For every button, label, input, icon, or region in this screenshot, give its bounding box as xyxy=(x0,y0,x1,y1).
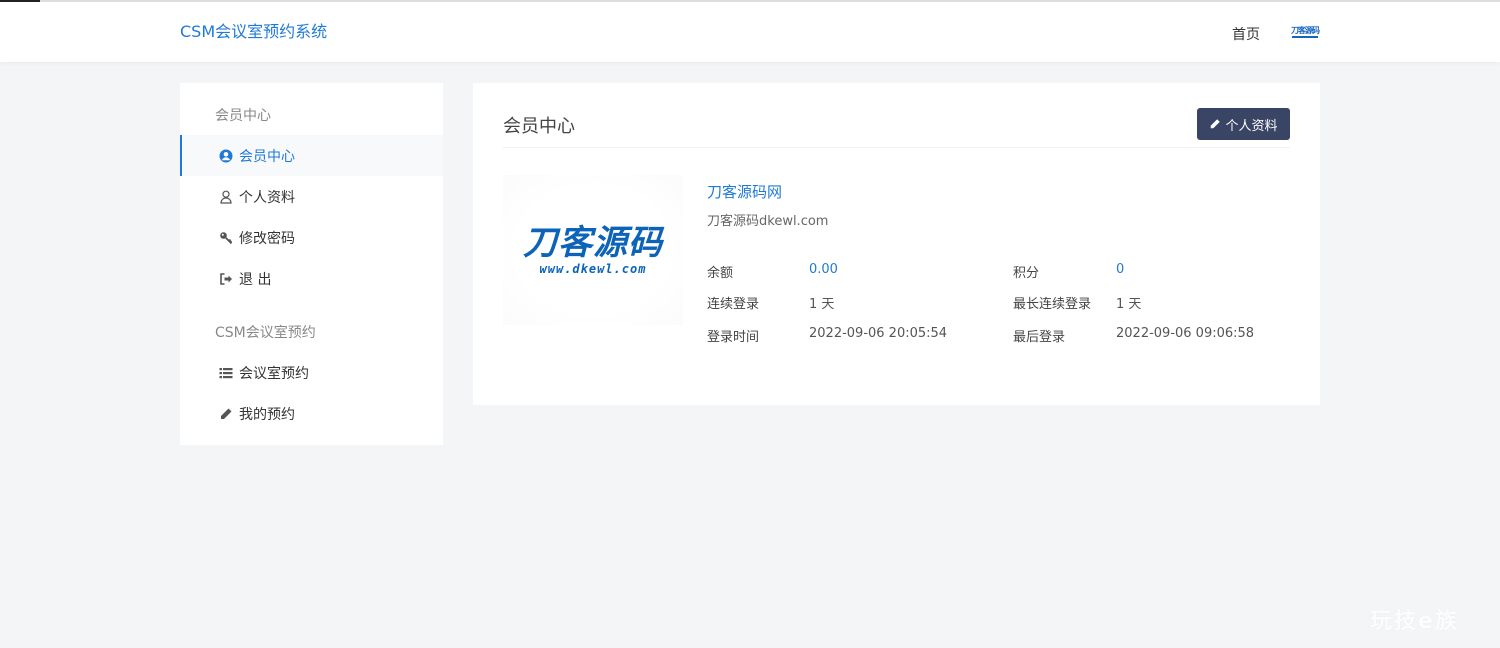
username-link[interactable]: 刀客源码网 xyxy=(707,181,782,202)
stat-label-consecutive-login: 连续登录 xyxy=(707,297,760,312)
sidebar-item-logout[interactable]: 退 出 xyxy=(180,258,443,299)
user-circle-icon xyxy=(219,149,233,163)
sidebar-item-member-center[interactable]: 会员中心 xyxy=(180,135,443,176)
member-center-panel: 会员中心 个人资料 刀客源码 www.dkewl.com 刀客源码网 刀客源码d… xyxy=(473,83,1320,405)
page-title: 会员中心 xyxy=(503,116,575,137)
stat-value-balance[interactable]: 0.00 xyxy=(809,262,838,277)
pencil-icon xyxy=(219,407,233,421)
avatar: 刀客源码 www.dkewl.com xyxy=(503,175,683,325)
profile-button[interactable]: 个人资料 xyxy=(1197,108,1290,140)
watermark: 玩技e族 xyxy=(1370,609,1459,634)
sidebar: 会员中心 会员中心 个人资料 修改密码 退 出 CSM会议室预约 会议室预约 我… xyxy=(180,83,443,445)
stat-value-consecutive-login: 1 天 xyxy=(809,297,835,312)
top-navbar: CSM会议室预约系统 首页 刀客源码 xyxy=(0,0,1500,62)
title-divider xyxy=(503,147,1290,148)
top-strip xyxy=(0,0,1500,2)
sidebar-item-label: 会员中心 xyxy=(239,148,295,165)
stat-label-login-time: 登录时间 xyxy=(707,330,760,345)
sidebar-group-member: 会员中心 xyxy=(215,108,271,124)
nav-logo-underline xyxy=(1292,36,1318,38)
sidebar-item-profile[interactable]: 个人资料 xyxy=(180,176,443,217)
nav-home-link[interactable]: 首页 xyxy=(1232,24,1260,44)
nav-logo[interactable]: 刀客源码 xyxy=(1291,26,1320,39)
sidebar-item-label: 退 出 xyxy=(239,271,272,288)
stat-label-max-consecutive-login: 最长连续登录 xyxy=(1013,297,1092,312)
sidebar-item-change-password[interactable]: 修改密码 xyxy=(180,217,443,258)
profile-button-label: 个人资料 xyxy=(1225,118,1278,134)
sidebar-item-label: 个人资料 xyxy=(239,189,295,206)
stat-label-points: 积分 xyxy=(1013,266,1040,281)
sign-out-icon xyxy=(219,272,233,286)
sidebar-item-label: 我的预约 xyxy=(239,406,295,423)
avatar-logo-url: www.dkewl.com xyxy=(539,262,647,276)
brand-link[interactable]: CSM会议室预约系统 xyxy=(180,18,327,42)
stat-label-last-login: 最后登录 xyxy=(1013,330,1066,345)
stat-value-last-login: 2022-09-06 09:06:58 xyxy=(1116,326,1255,341)
sidebar-item-label: 会议室预约 xyxy=(239,365,309,382)
nav-logo-text: 刀客源码 xyxy=(1291,26,1320,35)
user-subtitle: 刀客源码dkewl.com xyxy=(707,214,829,229)
stat-value-points[interactable]: 0 xyxy=(1116,262,1124,277)
stat-value-login-time: 2022-09-06 20:05:54 xyxy=(809,326,948,341)
sidebar-item-my-bookings[interactable]: 我的预约 xyxy=(180,393,443,434)
stat-label-balance: 余额 xyxy=(707,266,734,281)
pencil-icon xyxy=(1211,119,1221,129)
key-icon xyxy=(219,231,233,245)
avatar-logo-text: 刀客源码 xyxy=(523,223,663,263)
stat-value-max-consecutive-login: 1 天 xyxy=(1116,297,1142,312)
sidebar-item-room-booking[interactable]: 会议室预约 xyxy=(180,352,443,393)
sidebar-item-label: 修改密码 xyxy=(239,230,295,247)
sidebar-group-csm: CSM会议室预约 xyxy=(215,325,316,341)
user-icon xyxy=(219,190,233,204)
list-icon xyxy=(219,366,233,380)
